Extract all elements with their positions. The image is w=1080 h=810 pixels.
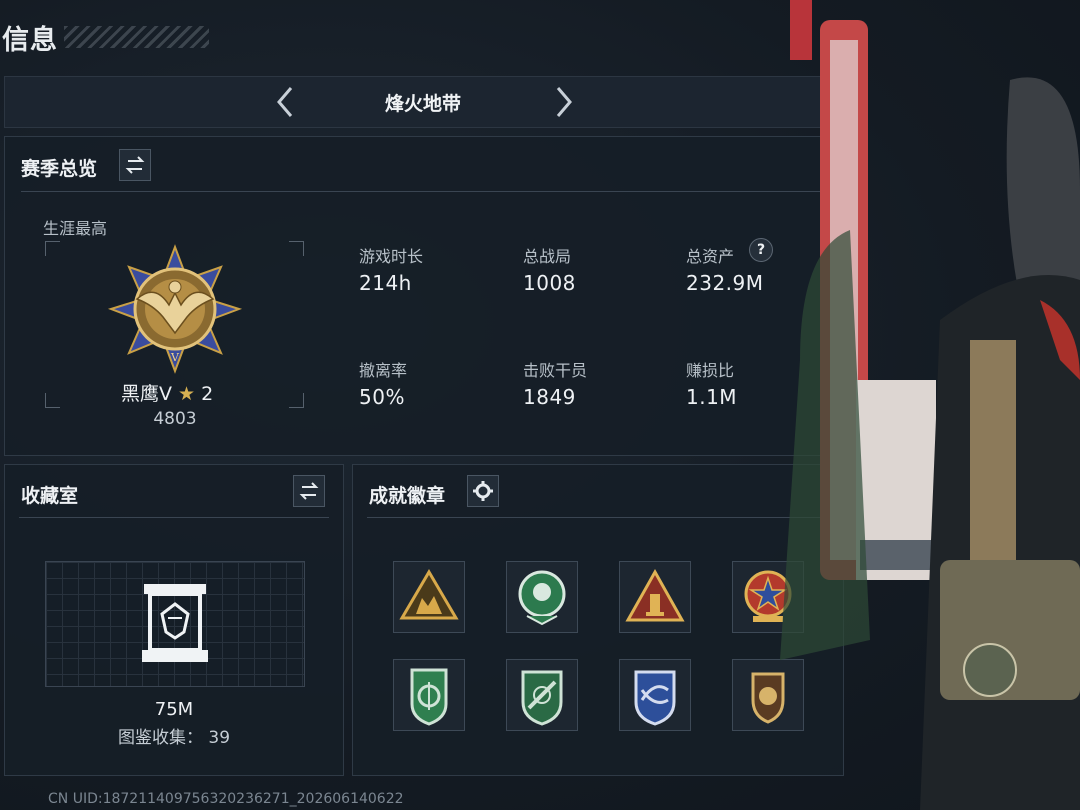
stat-value: 1008 (523, 271, 576, 295)
season-overview-panel: 赛季总览 生涯最高 V 黑鹰Ⅴ ★ 2 4803 游戏时长 214h 总战局 1… (4, 136, 842, 456)
green-laurel-badge-icon (518, 570, 566, 626)
collection-value: 75M (154, 699, 194, 720)
stat-label: 赚损比 (686, 361, 735, 380)
stat-label: 撤离率 (359, 361, 408, 380)
catalog-line: 图鉴收集： 39 (5, 723, 343, 748)
switch-collection-button[interactable] (293, 475, 325, 507)
star-icon: ★ (178, 383, 196, 405)
frame-corner (289, 393, 304, 408)
page-title: 信息 (2, 25, 58, 56)
frame-corner (45, 393, 60, 408)
triangle-squad-badge-icon (399, 569, 459, 620)
badge-slot[interactable] (619, 659, 691, 731)
operator-character-art (760, 0, 1080, 810)
svg-text:V: V (170, 351, 180, 364)
badge-slot[interactable] (393, 561, 465, 633)
rank-name: 黑鹰Ⅴ (121, 383, 172, 405)
player-uid: CN UID:187211409756320236271_20260614062… (48, 791, 404, 807)
badge-slot[interactable] (393, 659, 465, 731)
green-rifle-shield-badge-icon (521, 670, 563, 726)
mode-tab-bar: 烽火地带 (4, 76, 842, 128)
badge-slot[interactable] (506, 659, 578, 731)
divider (19, 517, 329, 518)
badge-settings-button[interactable] (467, 475, 499, 507)
display-case-icon (142, 584, 208, 662)
catalog-label: 图鉴收集： (117, 728, 203, 748)
collection-showcase[interactable] (45, 561, 305, 687)
season-overview-title: 赛季总览 (21, 158, 98, 180)
stat-value: 50% (359, 385, 405, 409)
stat-value: 1.1M (686, 385, 738, 409)
gear-icon (473, 481, 493, 501)
stat-value: 232.9M (686, 271, 764, 295)
swap-icon (299, 482, 319, 500)
rank-points: 4803 (153, 409, 197, 429)
stat-value: 214h (359, 271, 412, 295)
badge-slot[interactable] (619, 561, 691, 633)
divider (21, 191, 825, 192)
next-mode-button[interactable] (548, 85, 578, 119)
frame-corner (45, 241, 60, 256)
career-peak-label: 生涯最高 (43, 219, 108, 238)
rank-name-line: 黑鹰Ⅴ ★ 2 (121, 379, 213, 406)
rank-emblem-icon: V (107, 244, 243, 374)
stat-label: 总战局 (523, 247, 572, 266)
stat-label: 游戏时长 (359, 247, 424, 266)
collection-panel: 收藏室 75M 图鉴收集： 39 (4, 464, 344, 776)
rank-stars: 2 (201, 383, 214, 405)
collection-title: 收藏室 (21, 485, 79, 507)
gold-triangle-badge-icon (625, 568, 685, 622)
frame-corner (289, 241, 304, 256)
badge-slot[interactable] (506, 561, 578, 633)
green-target-shield-badge-icon (410, 668, 448, 726)
header-stripes-decoration (64, 26, 209, 48)
operator-figure (780, 0, 1080, 810)
switch-season-button[interactable] (119, 149, 151, 181)
catalog-count: 39 (208, 728, 231, 748)
blue-wing-shield-badge-icon (634, 670, 676, 726)
stat-value: 1849 (523, 385, 576, 409)
swap-icon (125, 156, 145, 174)
stat-label: 总资产 (686, 247, 735, 266)
chevron-right-icon (556, 87, 572, 117)
badges-title: 成就徽章 (369, 485, 446, 507)
current-mode-label: 烽火地带 (384, 93, 461, 115)
stat-label: 击败干员 (523, 361, 588, 380)
